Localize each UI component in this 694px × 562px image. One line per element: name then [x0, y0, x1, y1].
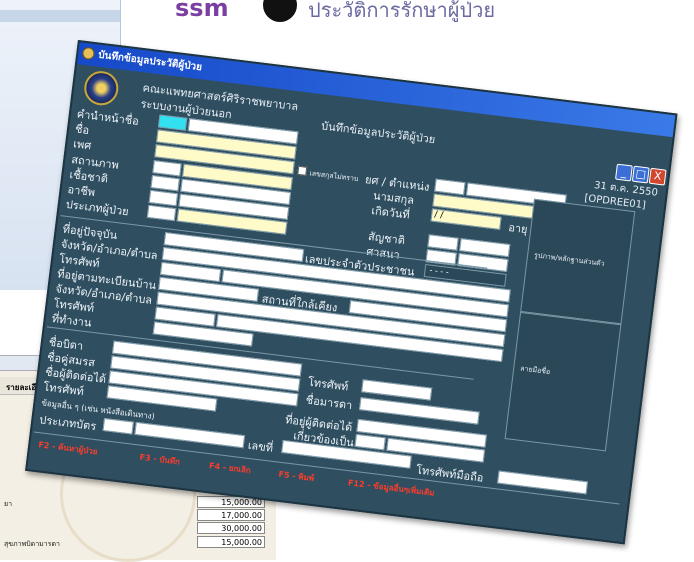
hint-f5: F5 - พิมพ์ [278, 469, 315, 484]
background-row-value: 17,000.00 [197, 509, 265, 521]
form-heading: บันทึกข้อมูลประวัติผู้ป่วย [320, 119, 436, 147]
phone3-input[interactable] [361, 379, 433, 401]
hint-f2: F2 - ค้นหาผู้ป่วย [37, 440, 98, 457]
nationality-code-input[interactable] [150, 175, 180, 192]
background-app-title: ssm [175, 0, 229, 22]
hint-f4: F4 - ยกเลิก [208, 461, 252, 476]
background-heading: ประวัติการรักษาผู้ป่วย [308, 0, 496, 22]
background-row-value: 15,000.00 [197, 536, 265, 548]
marital-code-input[interactable] [152, 160, 182, 177]
rank-code-input[interactable] [434, 178, 466, 196]
window-title: บันทึกข้อมูลประวัติผู้ป่วย [97, 49, 203, 74]
unknown-date-checkbox[interactable] [297, 165, 308, 176]
minimize-button[interactable]: _ [615, 163, 633, 182]
background-row-label: สุขภาพบิดามารดา [4, 540, 60, 548]
card-no-label: เลขที่ [247, 438, 274, 455]
maximize-button[interactable]: □ [631, 165, 650, 184]
birth-date-label: เกิดวันที่ [370, 204, 411, 222]
signature-panel-label: ลายมือชื่อ [519, 364, 551, 376]
app-icon [81, 46, 96, 61]
photo-panel: รูปภาพ/หลักฐานส่วนตัว [520, 198, 636, 325]
photo-panel-label: รูปภาพ/หลักฐานส่วนตัว [533, 251, 606, 268]
close-button[interactable]: X [648, 167, 667, 186]
ethnicity-code-input[interactable] [427, 234, 459, 251]
title-prefix-code-input[interactable] [157, 114, 188, 131]
hint-f3: F3 - บันทึก [139, 452, 181, 467]
age-label: อายุ [507, 220, 529, 237]
signature-panel: ลายมือชื่อ [504, 311, 622, 452]
occupation-code-input[interactable] [148, 189, 179, 207]
background-row-value: 30,000.00 [197, 522, 265, 534]
background-row-label: ยา [4, 500, 13, 508]
card-type-input[interactable] [134, 421, 246, 449]
hospital-logo-icon [82, 69, 121, 108]
relation-code-input[interactable] [354, 433, 386, 451]
background-circle-icon [263, 0, 297, 22]
card-type-code-input[interactable] [102, 418, 134, 435]
background-toolbar-strip [0, 10, 120, 22]
unknown-date-label: เลขสกุลไม่ทราบ [309, 169, 359, 184]
patient-type-code-input[interactable] [146, 204, 177, 222]
patient-record-window: บันทึกข้อมูลประวัติผู้ป่วย _ □ X คณะแพทย… [25, 40, 678, 545]
